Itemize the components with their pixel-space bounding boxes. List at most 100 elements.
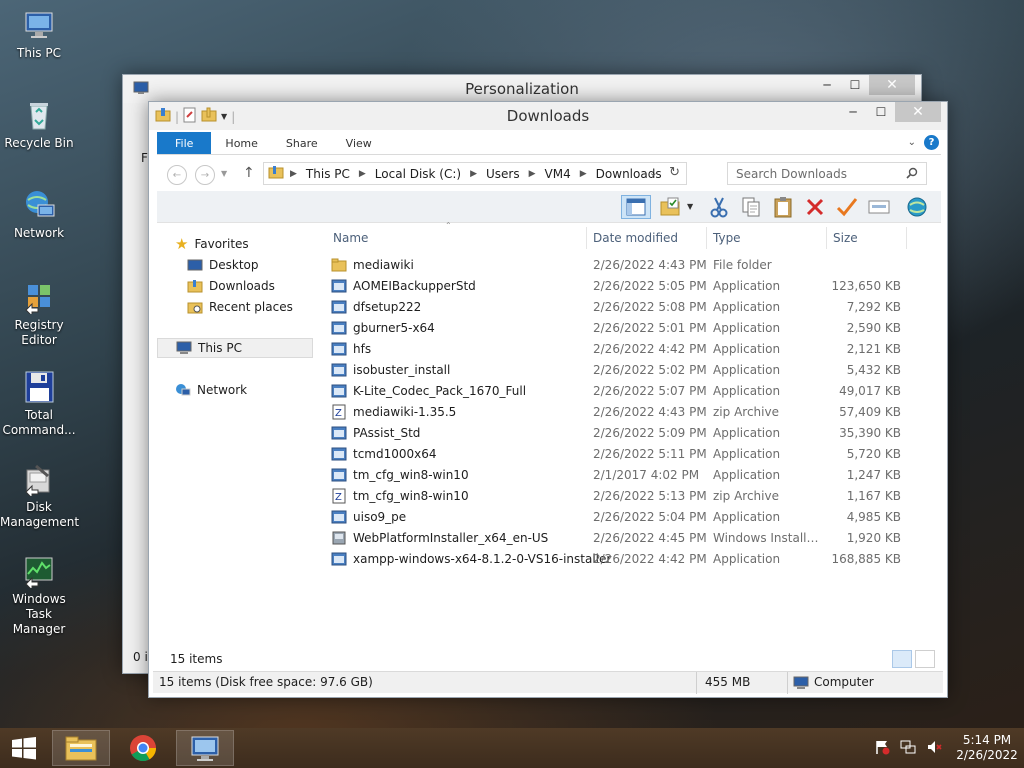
maximize-button[interactable]: ☐ <box>841 75 869 95</box>
expand-ribbon-icon[interactable]: ⌄ <box>908 137 916 148</box>
file-row[interactable]: gburner5-x64 2/26/2022 5:01 PM Application… <box>327 318 941 339</box>
address-bar[interactable]: ▶ This PC ▶ Local Disk (C:) ▶ Users ▶ VM… <box>263 162 687 185</box>
volume-muted-icon[interactable] <box>926 739 942 758</box>
network-tray-icon[interactable] <box>900 739 916 758</box>
action-center-flag-icon[interactable] <box>874 739 890 758</box>
breadcrumb-users[interactable]: Users <box>486 167 520 181</box>
desktop-icon-recycle-bin[interactable]: Recycle Bin <box>0 98 78 151</box>
nav-network[interactable]: Network <box>175 380 247 400</box>
column-header-size[interactable]: Size <box>827 227 907 249</box>
file-row[interactable]: uiso9_pe 2/26/2022 5:04 PM Application 4,98… <box>327 507 941 528</box>
refresh-icon[interactable]: ↻ <box>669 165 680 180</box>
nav-desktop[interactable]: Desktop <box>187 255 259 275</box>
web-button[interactable] <box>905 195 929 219</box>
toolbar-dropdown-icon[interactable]: ▼ <box>687 202 693 211</box>
new-folder-icon[interactable] <box>201 107 217 126</box>
tab-home[interactable]: Home <box>211 132 271 154</box>
back-arrow-icon: ← <box>172 169 182 181</box>
forward-button[interactable]: → <box>195 165 215 185</box>
personalization-titlebar[interactable]: Personalization ─ ☐ ✕ <box>123 75 921 103</box>
chevron-right-icon[interactable]: ▶ <box>529 169 536 179</box>
file-row[interactable]: mediawiki 2/26/2022 4:43 PM File folder <box>327 255 941 276</box>
back-button[interactable]: ← <box>167 165 187 185</box>
file-row[interactable]: dfsetup222 2/26/2022 5:08 PM Application 7,… <box>327 297 941 318</box>
desktop-icon-label: Recycle Bin <box>4 136 74 150</box>
recent-locations-icon[interactable]: ▼ <box>221 169 227 178</box>
chevron-right-icon[interactable]: ▶ <box>470 169 477 179</box>
breadcrumb-vm4[interactable]: VM4 <box>545 167 571 181</box>
delete-button[interactable] <box>803 195 827 219</box>
minimize-button[interactable]: ─ <box>813 75 841 95</box>
nav-recent-places[interactable]: Recent places <box>187 297 293 317</box>
desktop-icon-disk-management[interactable]: Disk Management <box>0 462 79 530</box>
chevron-right-icon[interactable]: ▶ <box>580 169 587 179</box>
file-row[interactable]: tm_cfg_win8-win10 2/1/2017 4:02 PM Applica… <box>327 465 941 486</box>
explorer-window[interactable]: | ▼ | Downloads ─ ☐ ✕ File Home Share Vi… <box>148 101 948 698</box>
taskbar-file-explorer[interactable] <box>52 730 110 766</box>
chevron-right-icon[interactable]: ▶ <box>359 169 366 179</box>
paste-button[interactable] <box>771 195 795 219</box>
desktop-icon-registry-editor[interactable]: Registry Editor <box>0 280 78 348</box>
maximize-button[interactable]: ☐ <box>867 102 895 122</box>
close-button[interactable]: ✕ <box>869 75 915 95</box>
file-row[interactable]: Ztm_cfg_win8-win10 2/26/2022 5:13 PM zip A… <box>327 486 941 507</box>
desktop-icon-task-manager[interactable]: Windows Task Manager <box>0 554 78 637</box>
search-input[interactable]: Search Downloads <box>727 162 927 185</box>
tab-share[interactable]: Share <box>272 132 332 154</box>
preview-pane-icon <box>626 198 646 216</box>
check-button[interactable] <box>835 195 859 219</box>
large-icons-view-button[interactable] <box>915 650 935 668</box>
search-icon[interactable] <box>906 167 918 182</box>
column-header-name[interactable]: Name <box>327 227 587 249</box>
help-icon[interactable]: ? <box>924 135 939 150</box>
tab-view[interactable]: View <box>332 132 386 154</box>
file-row[interactable]: tcmd1000x64 2/26/2022 5:11 PM Application 5… <box>327 444 941 465</box>
nav-downloads[interactable]: Downloads <box>187 276 275 296</box>
properties-button[interactable] <box>659 195 683 219</box>
breadcrumb-this-pc[interactable]: This PC <box>306 167 350 181</box>
file-size: 7,292 KB <box>846 300 901 314</box>
cut-button[interactable] <box>707 195 731 219</box>
file-size: 5,720 KB <box>846 447 901 461</box>
file-row[interactable]: isobuster_install 2/26/2022 5:02 PM Applic… <box>327 360 941 381</box>
file-row[interactable]: xampp-windows-x64-8.1.2-0-VS16-installer… <box>327 549 941 570</box>
breadcrumb-local-disk[interactable]: Local Disk (C:) <box>375 167 461 181</box>
address-dropdown-icon[interactable]: ⌄ <box>649 166 658 179</box>
taskbar-control-panel[interactable] <box>176 730 234 766</box>
copy-button[interactable] <box>739 195 763 219</box>
desktop-icon-network[interactable]: Network <box>0 188 78 241</box>
file-row[interactable]: K-Lite_Codec_Pack_1670_Full 2/26/2022 5:0… <box>327 381 941 402</box>
file-type: Application <box>713 426 781 440</box>
minimize-button[interactable]: ─ <box>839 102 867 122</box>
new-file-icon[interactable] <box>183 107 197 126</box>
nav-this-pc[interactable]: This PC <box>157 338 313 358</box>
tab-file[interactable]: File <box>157 132 212 154</box>
file-row[interactable]: AOMEIBackupperStd 2/26/2022 5:05 PM Applic… <box>327 276 941 297</box>
start-button[interactable] <box>0 730 48 766</box>
chrome-icon <box>130 735 157 762</box>
close-button[interactable]: ✕ <box>895 102 941 122</box>
file-type: Application <box>713 447 781 461</box>
nav-this-pc-label: This PC <box>198 341 242 355</box>
quick-access-toolbar: | ▼ | <box>155 107 235 126</box>
file-row[interactable]: WebPlatformInstaller_x64_en-US 2/26/2022 … <box>327 528 941 549</box>
rename-button[interactable] <box>867 195 891 219</box>
details-view-button[interactable] <box>892 650 912 668</box>
desktop-icon-this-pc[interactable]: This PC <box>0 8 78 61</box>
file-row[interactable]: PAssist_Std 2/26/2022 5:09 PM Application 3… <box>327 423 941 444</box>
status-divider-icon <box>696 672 697 694</box>
file-row[interactable]: Zmediawiki-1.35.5 2/26/2022 4:43 PM zip Ar… <box>327 402 941 423</box>
folder-properties-icon[interactable] <box>155 107 171 126</box>
column-header-type[interactable]: Type <box>707 227 827 249</box>
desktop-icon-total-commander[interactable]: Total Command... <box>0 370 78 438</box>
up-arrow-icon[interactable]: ↑ <box>243 165 255 181</box>
nav-favorites[interactable]: ★ Favorites <box>175 234 249 254</box>
clock[interactable]: 5:14 PM 2/26/2022 <box>956 733 1018 763</box>
explorer-titlebar[interactable]: | ▼ | Downloads ─ ☐ ✕ <box>149 102 947 130</box>
preview-pane-button[interactable] <box>621 195 651 219</box>
file-row[interactable]: hfs 2/26/2022 4:42 PM Application 2,121 KB <box>327 339 941 360</box>
taskbar-chrome[interactable] <box>114 730 172 766</box>
desktop-icon-label: Registry Editor <box>14 318 64 347</box>
column-header-date[interactable]: Date modified <box>587 227 707 249</box>
customize-toolbar-icon[interactable]: ▼ <box>221 112 227 121</box>
